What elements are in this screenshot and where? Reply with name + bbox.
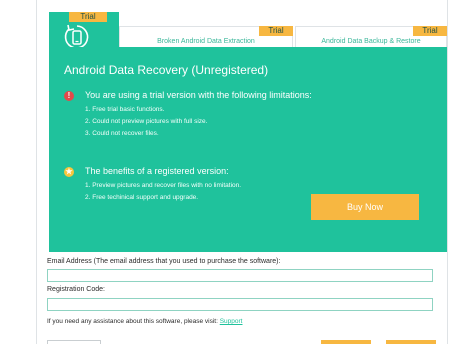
email-field[interactable] xyxy=(47,269,433,282)
tab-label: Android Data Backup & Restore xyxy=(321,38,421,45)
trial-badge: Trial xyxy=(259,26,293,36)
buy-now-button[interactable]: Buy Now xyxy=(311,194,419,220)
list-item: 3. Could not recover files. xyxy=(85,130,159,137)
list-item: 1. Free trial basic functions. xyxy=(85,106,165,113)
bottom-register-button[interactable] xyxy=(321,340,371,344)
tab-android-data-recovery[interactable]: Trial xyxy=(49,12,119,49)
trial-info-panel: Android Data Recovery (Unregistered) ! Y… xyxy=(49,47,447,252)
list-item: 2. Could not preview pictures with full … xyxy=(85,118,208,125)
tab-label: Broken Android Data Extraction xyxy=(157,38,255,45)
tab-broken-android-data-extraction[interactable]: Trial Broken Android Data Extraction xyxy=(119,26,293,48)
email-label: Email Address (The email address that yo… xyxy=(47,258,281,265)
registration-code-label: Registration Code: xyxy=(47,286,105,293)
warning-icon: ! xyxy=(64,91,74,101)
benefits-heading: The benefits of a registered version: xyxy=(85,166,229,176)
trial-badge: Trial xyxy=(413,26,447,36)
bottom-left-button[interactable] xyxy=(47,340,101,344)
help-message: If you need any assistance about this so… xyxy=(47,318,218,325)
bottom-cancel-button[interactable] xyxy=(386,340,436,344)
trial-limitations-heading: You are using a trial version with the f… xyxy=(85,90,312,100)
star-icon: ★ xyxy=(64,167,74,177)
trial-badge: Trial xyxy=(69,12,107,22)
list-item: 1. Preview pictures and recover files wi… xyxy=(85,182,242,189)
limitations-list: 1. Free trial basic functions. 2. Could … xyxy=(85,104,207,140)
tab-bar: Trial Trial Broken Android Data Extracti… xyxy=(37,12,449,49)
tab-android-data-backup-restore[interactable]: Trial Android Data Backup & Restore xyxy=(295,26,447,48)
help-text: If you need any assistance about this so… xyxy=(47,318,243,325)
registration-window: Trial Trial Broken Android Data Extracti… xyxy=(36,0,448,344)
registration-code-field[interactable] xyxy=(47,298,433,311)
list-item: 2. Free techinical support and upgrade. xyxy=(85,194,199,201)
support-link[interactable]: Support xyxy=(220,318,243,325)
panel-title: Android Data Recovery (Unregistered) xyxy=(64,63,269,77)
benefits-list: 1. Preview pictures and recover files wi… xyxy=(85,180,241,204)
